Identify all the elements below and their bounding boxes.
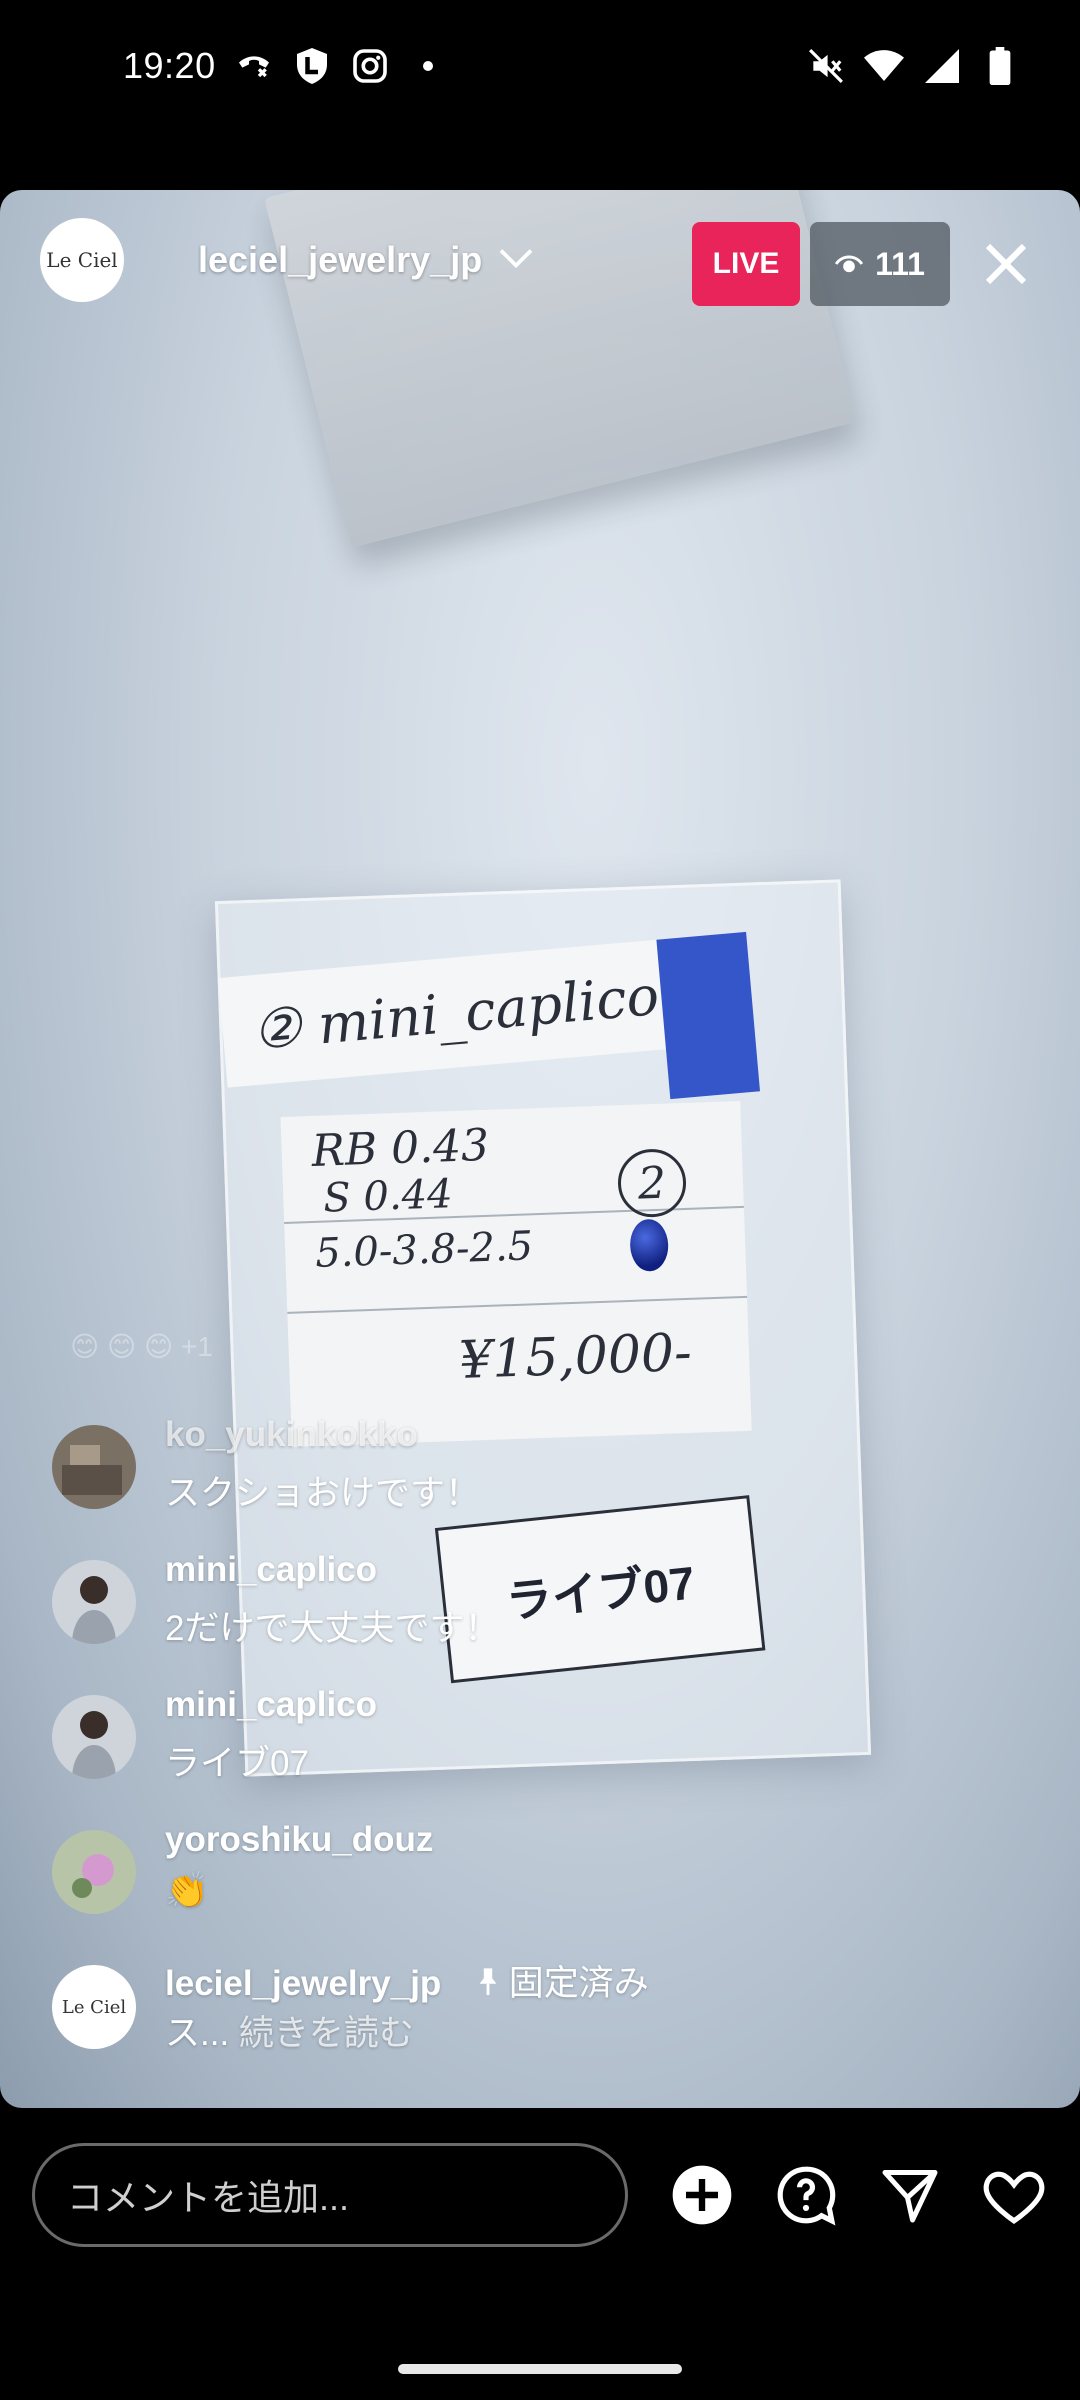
wifi-icon [864,46,904,86]
battery-icon [980,46,1020,86]
avatar[interactable] [52,1830,136,1914]
dot-icon [408,46,448,86]
question-button[interactable] [768,2157,844,2233]
question-icon [777,2166,836,2226]
pinned-comment[interactable]: Le Ciel leciel_jewelry_jp 固定済み ス... 続きを読… [52,1955,952,2065]
add-button[interactable] [664,2157,740,2233]
live-header: Le Ciel leciel_jewelry_jp LIVE 111 [0,190,1080,330]
instagram-icon [350,46,390,86]
avatar[interactable] [52,1425,136,1509]
blue-tape [656,931,761,1100]
avatar[interactable] [52,1560,136,1644]
status-bar: 19:20 [0,0,1080,132]
comment-text: スクショおけです！ [165,1474,481,1513]
like-button[interactable] [976,2157,1052,2233]
send-icon [882,2170,938,2223]
comment-text: ライブ07 [165,1744,309,1783]
card-line-1: RB 0.43 [310,1119,490,1177]
card-divider [287,1295,748,1314]
host-username[interactable]: leciel_jewelry_jp [198,239,482,281]
pin-indicator: 固定済み [477,1964,649,2003]
avatar[interactable]: Le Ciel [52,1965,136,2049]
faded-reactions: 😊 😊 😊 +1 [70,1331,213,1362]
viewer-count: 111 [875,245,925,282]
share-button[interactable] [872,2157,948,2233]
comment-username[interactable]: leciel_jewelry_jp 固定済み [165,1955,649,2006]
comments-list: 😊 😊 😊 +1 ko_yukinkokko スクショおけです！ mini_ca… [0,1330,1080,2053]
comment-username[interactable]: ko_yukinkokko [165,1415,418,1455]
pinned-username: leciel_jewelry_jp [165,1964,442,2003]
plus-circle-icon [672,2165,732,2225]
read-more-link[interactable]: 続きを読む [239,2014,414,2053]
pin-icon [479,1968,497,1995]
pinned-label: 固定済み [508,1964,649,2003]
comment-username[interactable]: yoroshiku_douz [165,1820,433,1860]
chevron-down-icon[interactable] [498,246,534,275]
comment-text-truncated: ス... [165,2014,230,2053]
status-right [806,46,1020,86]
eye-icon [834,246,864,283]
comment-text: ス... 続きを読む [165,2005,414,2056]
comment-item[interactable]: yoroshiku_douz 👏 [52,1820,952,1930]
close-icon [985,243,1027,285]
card-line-3: 5.0-3.8-2.5 [314,1223,534,1277]
mute-icon [806,46,846,86]
avatar[interactable] [52,1695,136,1779]
comment-text: 2だけで大丈夫です！ [165,1609,500,1648]
call-forward-icon [234,46,274,86]
host-avatar-logo: Le Ciel [46,248,118,272]
comment-placeholder: コメントを追加... [67,2177,350,2218]
status-time: 19:20 [123,45,216,86]
status-left: 19:20 [123,45,448,87]
home-indicator[interactable] [398,2364,682,2374]
close-button[interactable] [970,228,1042,300]
comment-input[interactable]: コメントを追加... [32,2143,628,2247]
bag-label: ② mini_caplico [218,931,761,1100]
heart-icon [983,2171,1045,2224]
avatar-logo: Le Ciel [61,1996,127,2018]
card-line-2: S 0.44 [322,1171,454,1222]
comment-username[interactable]: mini_caplico [165,1550,377,1590]
bottom-bar: コメントを追加... [0,2120,1080,2270]
comment-username[interactable]: mini_caplico [165,1685,377,1725]
signal-icon [922,46,962,86]
comment-item[interactable]: mini_caplico ライブ07 [52,1685,952,1795]
live-badge: LIVE [692,222,800,306]
viewer-count-badge[interactable]: 111 [810,222,950,306]
bag-label-text: ② mini_caplico [250,963,662,1062]
shield-l-icon [292,46,332,86]
host-avatar[interactable]: Le Ciel [40,218,124,302]
comment-item[interactable]: mini_caplico 2だけで大丈夫です！ [52,1550,952,1660]
comment-item[interactable]: ko_yukinkokko スクショおけです！ [52,1415,952,1525]
comment-text: 👏 [165,1871,209,1910]
